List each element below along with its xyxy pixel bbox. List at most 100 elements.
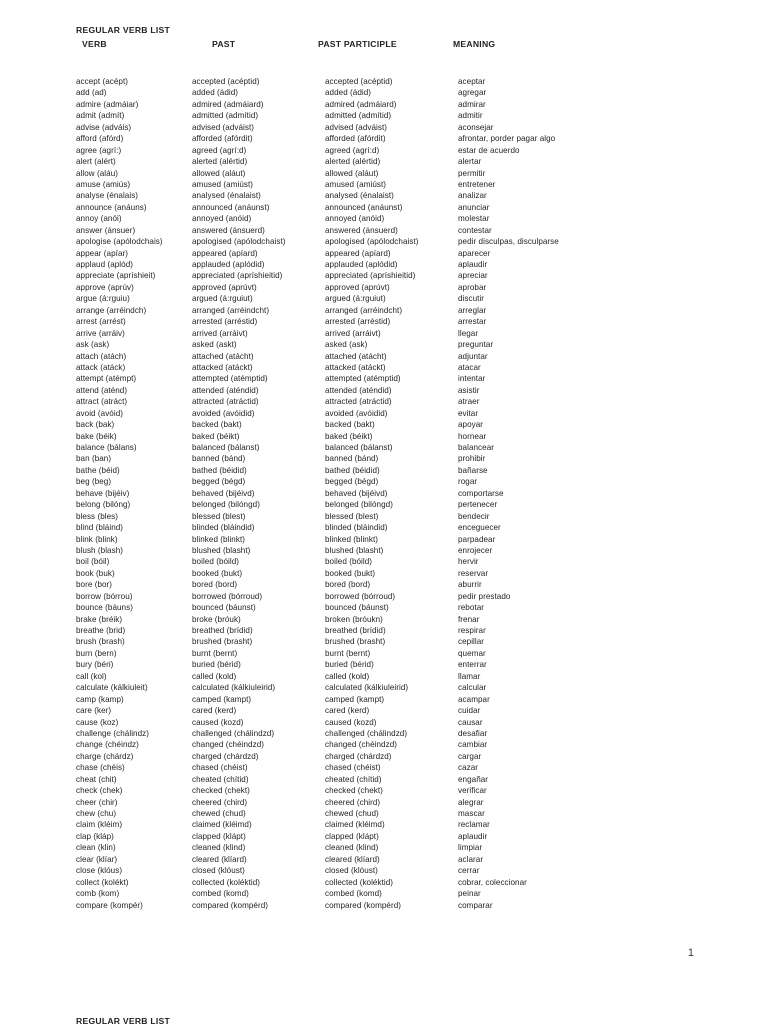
table-row: annoy (anói) annoyed (anóid) annoyed (anói… (76, 213, 716, 224)
table-row: charge (chárdz) charged (chárdzd) charged … (76, 751, 716, 762)
cell-verb: brush (brash) (76, 637, 125, 647)
cell-past-participle: clapped (klápt) (325, 831, 379, 841)
table-row: allow (aláu) allowed (aláut) allowed (aláu… (76, 168, 716, 179)
cell-past: attempted (atémptid) (192, 374, 268, 384)
cell-past: analysed (énalaist) (192, 191, 261, 201)
table-row: attract (atráct) attracted (atráctid) attr… (76, 396, 716, 407)
cell-verb: borrow (bórrou) (76, 591, 133, 601)
cell-past-participle: apologised (apólodchaist) (325, 237, 419, 247)
cell-meaning: cambiar (458, 740, 488, 750)
cell-meaning: pertenecer (458, 500, 498, 510)
cell-past-participle: claimed (kléimd) (325, 820, 385, 830)
cell-past-participle: arrested (arréstid) (325, 317, 391, 327)
cell-past: banned (bánd) (192, 454, 246, 464)
table-row: change (chéindz) changed (chéindzd) change… (76, 739, 716, 750)
cell-past-participle: cheered (chird) (325, 797, 381, 807)
cell-meaning: aparecer (458, 248, 491, 258)
table-row: breathe (brid) breathed (brídid) breathed … (76, 625, 716, 636)
cell-past: cheered (chird) (192, 797, 248, 807)
cell-past-participle: announced (anáunst) (325, 202, 403, 212)
cell-verb: challenge (chálindz) (76, 728, 149, 738)
table-row: bake (béik) baked (béikt) baked (béikt) hor… (76, 431, 716, 442)
cell-past: compared (kompérd) (192, 900, 269, 910)
table-row: call (kol) called (kold) called (kold) llam… (76, 671, 716, 682)
cell-verb: camp (kamp) (76, 694, 124, 704)
cell-verb: calculate (kálkiuleit) (76, 683, 148, 693)
cell-verb: brake (bréik) (76, 614, 123, 624)
cell-past-participle: called (kold) (325, 671, 370, 681)
cell-past: approved (aprúvt) (192, 282, 257, 292)
cell-past-participle: compared (kompérd) (325, 900, 402, 910)
cell-meaning: reservar (458, 568, 489, 578)
cell-meaning: balancear (458, 443, 494, 452)
cell-meaning: aplaudir (458, 831, 488, 841)
cell-past-participle: blessed (blest) (325, 511, 379, 521)
cell-meaning: rebotar (458, 603, 484, 613)
cell-past-participle: combed (komd) (325, 889, 382, 899)
cell-past-participle: cleared (klíard) (325, 854, 380, 864)
table-row: back (bak) backed (bakt) backed (bakt) apoy… (76, 419, 716, 430)
cell-past-participle: cleaned (klind) (325, 843, 379, 853)
cell-verb: check (chek) (76, 786, 123, 796)
cell-past-participle: checked (chekt) (325, 786, 383, 796)
cell-past-participle: cared (kerd) (325, 706, 370, 716)
cell-past: breathed (brídid) (192, 626, 253, 635)
cell-past-participle: added (ádid) (325, 88, 372, 98)
cell-past-participle: arrived (arráivt) (325, 328, 381, 338)
table-row: appear (apíar) appeared (apíard) appeared … (76, 248, 716, 259)
cell-meaning: limpiar (458, 843, 483, 853)
table-row: ask (ask) asked (askt) asked (ask) pregunta… (76, 339, 716, 350)
cell-verb: agree (agrí:) (76, 145, 122, 155)
cell-verb: approve (aprúv) (76, 282, 134, 292)
cell-past-participle: attempted (atémptid) (325, 374, 401, 384)
table-row: bathe (béid) bathed (béidid) bathed (béidi… (76, 465, 716, 476)
cell-verb: annoy (anói) (76, 214, 122, 224)
cell-meaning: atacar (458, 362, 481, 372)
cell-past: added (ádid) (192, 88, 239, 98)
cell-meaning: cobrar, coleccionar (458, 877, 527, 887)
cell-meaning: hornear (458, 431, 487, 441)
cell-verb: comb (kom) (76, 889, 120, 899)
cell-meaning: aplaudir (458, 260, 488, 269)
cell-past-participle: belonged (bilóngd) (325, 500, 393, 510)
table-row: check (chek) checked (chekt) checked (chek… (76, 785, 716, 796)
cell-past: checked (chekt) (192, 786, 250, 796)
cell-past: asked (askt) (192, 340, 237, 350)
cell-past: appeared (apíard) (192, 248, 258, 258)
cell-past-participle: balanced (bálanst) (325, 443, 393, 452)
cell-meaning: enrojecer (458, 545, 493, 555)
cell-past-participle: boiled (bóild) (325, 557, 373, 567)
cell-past: argued (á:rguiut) (192, 294, 253, 304)
table-row: challenge (chálindz) challenged (chálindz… (76, 728, 716, 739)
table-row: apologise (apólodchais) apologised (apólo… (76, 236, 716, 247)
cell-past: alerted (alértid) (192, 157, 248, 167)
cell-past-participle: booked (bukt) (325, 568, 376, 578)
cell-past: answered (ánsuerd) (192, 225, 265, 235)
cell-past: claimed (kléimd) (192, 820, 252, 830)
cell-verb: arrange (arréindch) (76, 305, 147, 315)
cell-past-participle: chewed (chud) (325, 809, 379, 818)
table-row: attach (atách) attached (atácht) attached … (76, 351, 716, 362)
table-row: argue (á:rguiu) argued (á:rguiut) argued (… (76, 293, 716, 304)
cell-meaning: aclarar (458, 854, 484, 864)
cell-meaning: evitar (458, 408, 479, 418)
cell-verb: cheer (chir) (76, 797, 118, 807)
cell-verb: balance (bálans) (76, 443, 137, 452)
cell-verb: breathe (brid) (76, 626, 126, 635)
cell-verb: add (ad) (76, 88, 107, 98)
cell-meaning: anunciar (458, 202, 490, 212)
cell-meaning: cuidar (458, 706, 481, 716)
cell-meaning: peinar (458, 889, 481, 899)
cell-past-participle: alerted (alértid) (325, 157, 381, 167)
table-row: agree (agrí:) agreed (agrí:d) agreed (agrí… (76, 145, 716, 156)
cell-past-participle: caused (kozd) (325, 717, 377, 727)
table-row: arrest (arrést) arrested (arréstid) arrest… (76, 316, 716, 327)
cell-past-participle: behaved (bijéivd) (325, 488, 388, 498)
table-row: cause (koz) caused (kozd) caused (kozd) cau… (76, 717, 716, 728)
cell-past: belonged (bilóngd) (192, 500, 260, 510)
cell-meaning: arreglar (458, 305, 487, 315)
cell-past: afforded (afórdit) (192, 134, 253, 144)
cell-meaning: pedir disculpas, disculparse (458, 237, 559, 247)
cell-verb: charge (chárdz) (76, 751, 134, 761)
cell-verb: appreciate (apríshieit) (76, 271, 156, 281)
